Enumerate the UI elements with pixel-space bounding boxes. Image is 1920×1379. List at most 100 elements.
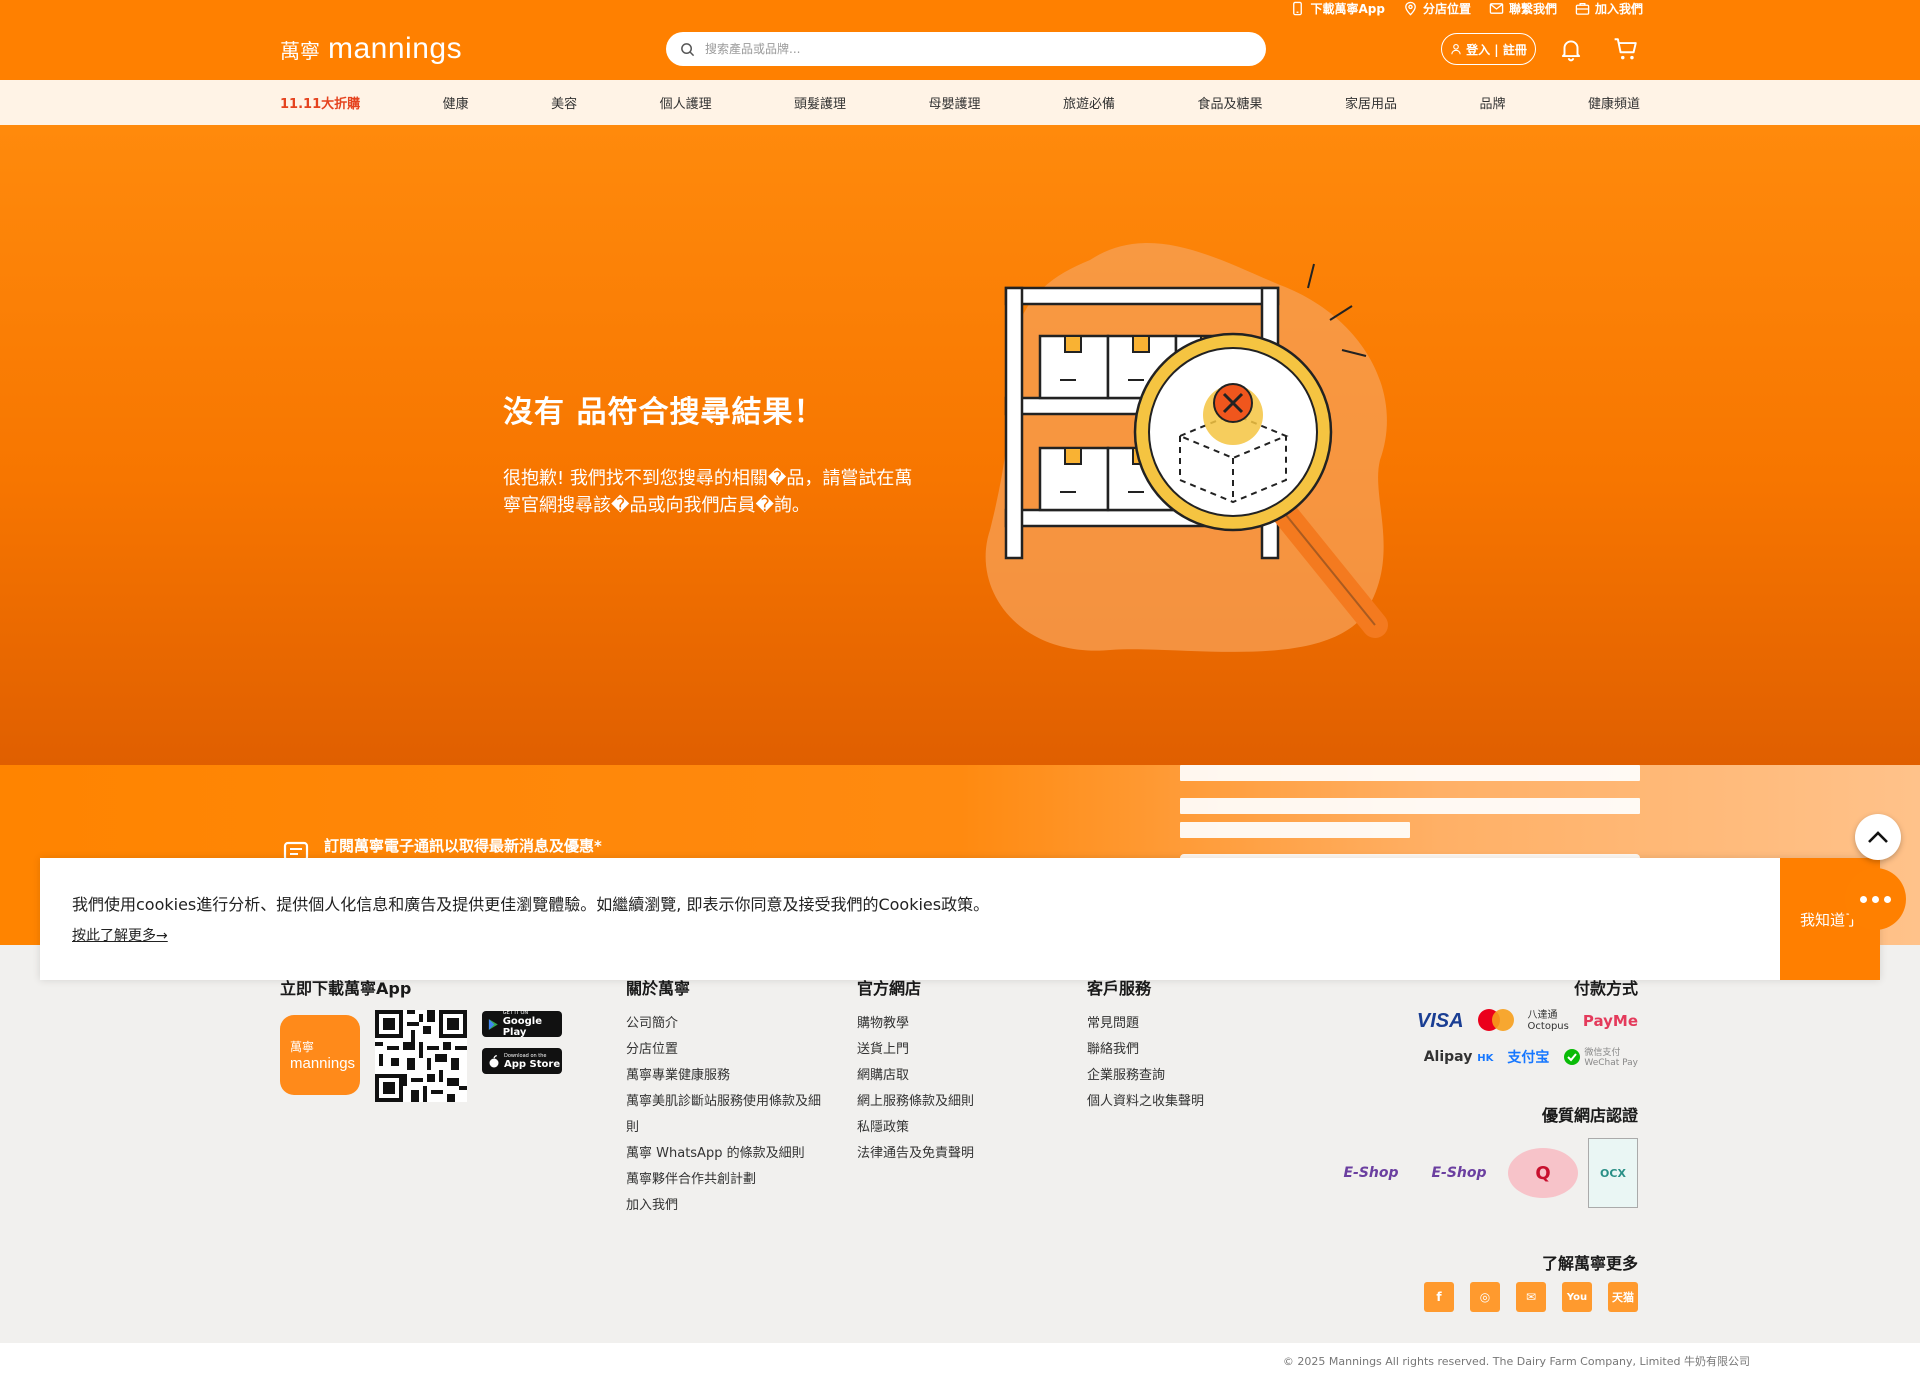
- nav-item-household[interactable]: 家居用品: [1345, 93, 1397, 112]
- mobile-icon: [1293, 1, 1303, 16]
- certification-heading: 優質網店認證: [1541, 1106, 1638, 1125]
- download-app-link[interactable]: 下載萬寧App: [1290, 0, 1385, 17]
- instagram-icon[interactable]: ◎: [1470, 1282, 1500, 1312]
- customer-service-links: 常見問題 聯絡我們 企業服務查詢 個人資料之收集聲明: [1087, 1011, 1204, 1115]
- eshop-quality-badge: E-Shop: [1420, 1156, 1498, 1190]
- copyright-bar: © 2025 Mannings All rights reserved. The…: [0, 1343, 1920, 1379]
- top-links: 下載萬寧App 分店位置 聯繫我們 加入我們: [1290, 0, 1643, 17]
- login-register-button[interactable]: 登入 | 註冊: [1441, 33, 1536, 65]
- scroll-to-top-button[interactable]: [1855, 814, 1901, 860]
- chat-dot: [1860, 895, 1867, 903]
- learn-more-heading: 了解萬寧更多: [1541, 1254, 1638, 1273]
- chevron-up-icon: [1868, 831, 1888, 843]
- eshop-link[interactable]: 網購店取: [857, 1063, 974, 1089]
- about-link[interactable]: 萬寧專業健康服務: [626, 1063, 821, 1089]
- store-locator-label: 分店位置: [1422, 2, 1471, 16]
- shopping-cart-icon[interactable]: [1613, 36, 1639, 62]
- cookie-learn-more-link[interactable]: 按此了解更多→: [72, 925, 168, 945]
- eshop-link[interactable]: 法律通告及免責聲明: [857, 1141, 974, 1167]
- search-input[interactable]: [705, 42, 1266, 56]
- mail-icon: [1489, 3, 1504, 14]
- category-nav: 11.11大折購 健康 美容 個人護理 頭髮護理 母嬰護理 旅遊必備 食品及糖果…: [0, 80, 1920, 125]
- payment-row-1: VISA 八達通 Octopus PayMe: [1417, 1009, 1638, 1033]
- about-link[interactable]: 萬寧夥伴合作共創計劃: [626, 1167, 821, 1193]
- no-results-hero: 沒有 品符合搜尋結果！ 很抱歉! 我們找不到您搜尋的相關�品，請嘗試在萬寧官網搜…: [0, 125, 1920, 765]
- wechat-pay-cn: 微信支付: [1584, 1048, 1621, 1058]
- about-links: 公司簡介 分店位置 萬寧專業健康服務 萬寧美肌診斷站服務使用條款及細 則 萬寧 …: [626, 1011, 821, 1219]
- search-bar: [666, 32, 1266, 66]
- eshop-link[interactable]: 送貨上門: [857, 1037, 974, 1063]
- search-icon[interactable]: [680, 42, 695, 57]
- eshop-quality-label: E-Shop: [1431, 1165, 1487, 1181]
- google-play-badge[interactable]: GET IT ON Google Play: [482, 1010, 562, 1038]
- eshop-link[interactable]: 網上服務條款及細則: [857, 1089, 974, 1115]
- copyright-text: © 2025 Mannings All rights reserved. The…: [1282, 1355, 1750, 1368]
- nav-item-beauty[interactable]: 美容: [551, 93, 577, 112]
- q-mark-label: Q: [1535, 1162, 1551, 1184]
- certification-badges: E-Shop E-Shop Q OCX: [1332, 1138, 1638, 1208]
- site-header: 下載萬寧App 分店位置 聯繫我們 加入我們 萬寧 mannings 登入 | …: [0, 0, 1920, 80]
- alipay-logo: 支付宝: [1507, 1049, 1550, 1066]
- octopus-en: Octopus: [1527, 1021, 1569, 1032]
- no-results-title: 沒有 品符合搜尋結果！: [503, 395, 825, 430]
- store-locator-link[interactable]: 分店位置: [1403, 0, 1471, 17]
- service-link[interactable]: 常見問題: [1087, 1011, 1204, 1037]
- nav-item-hair-care[interactable]: 頭髮護理: [794, 93, 846, 112]
- nav-item-mother-baby[interactable]: 母嬰護理: [929, 93, 981, 112]
- about-link[interactable]: 萬寧美肌診斷站服務使用條款及細: [626, 1089, 821, 1115]
- join-us-label: 加入我們: [1594, 2, 1643, 16]
- newsletter-title: 訂閱萬寧電子通訊以取得最新消息及優惠*: [324, 837, 602, 855]
- nav-item-personal-care[interactable]: 個人護理: [660, 93, 712, 112]
- payme-logo: PayMe: [1582, 1012, 1638, 1030]
- about-link[interactable]: 分店位置: [626, 1037, 821, 1063]
- about-link[interactable]: 萬寧 WhatsApp 的條款及細則: [626, 1141, 821, 1167]
- youtube-icon[interactable]: You: [1562, 1282, 1592, 1312]
- app-tile-en: mannings: [290, 1055, 356, 1072]
- eshop-link[interactable]: 購物教學: [857, 1011, 974, 1037]
- about-link[interactable]: 則: [626, 1115, 821, 1141]
- nav-item-1111-sale[interactable]: 11.11大折購: [280, 93, 360, 112]
- newsletter-field[interactable]: [1180, 765, 1640, 781]
- newsletter-field[interactable]: [1180, 798, 1640, 814]
- logo-cn: 萬寧: [280, 39, 320, 63]
- mastercard-logo: [1477, 1009, 1514, 1033]
- app-store-big: App Store: [504, 1058, 561, 1070]
- cookie-message: 我們使用cookies進行分析、提供個人化信息和廣告及提供更佳瀏覽體驗。如繼續瀏…: [72, 895, 990, 914]
- eshop-cert-label: E-Shop: [1343, 1165, 1399, 1181]
- site-footer: 立即下載萬寧App 萬寧 mannings GET IT ON Google P…: [0, 945, 1920, 1343]
- about-link[interactable]: 加入我們: [626, 1193, 821, 1219]
- nav-item-brands[interactable]: 品牌: [1479, 93, 1505, 112]
- live-chat-button[interactable]: [1845, 868, 1906, 930]
- service-link[interactable]: 企業服務查詢: [1087, 1063, 1204, 1089]
- logo-en: mannings: [328, 32, 463, 65]
- octopus-logo: 八達通 Octopus: [1528, 1010, 1569, 1032]
- mannings-logo[interactable]: 萬寧 mannings: [280, 32, 462, 66]
- google-play-icon: [488, 1018, 498, 1030]
- app-store-badge[interactable]: Download on the App Store: [482, 1048, 562, 1074]
- notification-bell-icon[interactable]: [1558, 36, 1584, 62]
- nav-item-travel[interactable]: 旅遊必備: [1063, 93, 1115, 112]
- nav-item-health-channel[interactable]: 健康頻道: [1588, 93, 1640, 112]
- join-us-link[interactable]: 加入我們: [1575, 0, 1643, 17]
- app-qr-code: [375, 1010, 467, 1102]
- app-tile-cn: 萬寧: [290, 1040, 315, 1054]
- no-results-description: 很抱歉! 我們找不到您搜尋的相關�品，請嘗試在萬寧官網搜尋該�品或向我們店員�詢…: [503, 468, 913, 516]
- service-link[interactable]: 個人資料之收集聲明: [1087, 1089, 1204, 1115]
- facebook-icon[interactable]: f: [1424, 1282, 1454, 1312]
- ocx-label: OCX: [1600, 1166, 1626, 1180]
- wechat-icon[interactable]: ✉: [1516, 1282, 1546, 1312]
- visa-logo: VISA: [1416, 1009, 1464, 1032]
- service-link[interactable]: 聯絡我們: [1087, 1037, 1204, 1063]
- eshop-link[interactable]: 私隱政策: [857, 1115, 974, 1141]
- nav-item-health[interactable]: 健康: [443, 93, 469, 112]
- newsletter-field[interactable]: [1180, 822, 1410, 838]
- contact-us-link[interactable]: 聯繫我們: [1489, 0, 1557, 17]
- download-app-label: 下載萬寧App: [1310, 2, 1385, 16]
- ocx-badge: OCX: [1588, 1138, 1638, 1208]
- nav-item-food-candy[interactable]: 食品及糖果: [1198, 93, 1263, 112]
- chat-dot: [1884, 895, 1891, 903]
- tmall-icon[interactable]: 天猫: [1608, 1282, 1638, 1312]
- about-link[interactable]: 公司簡介: [626, 1011, 821, 1037]
- location-pin-icon: [1405, 1, 1416, 16]
- payment-row-2: Alipay HK 支付宝 微信支付 WeChat Pay: [1424, 1045, 1638, 1068]
